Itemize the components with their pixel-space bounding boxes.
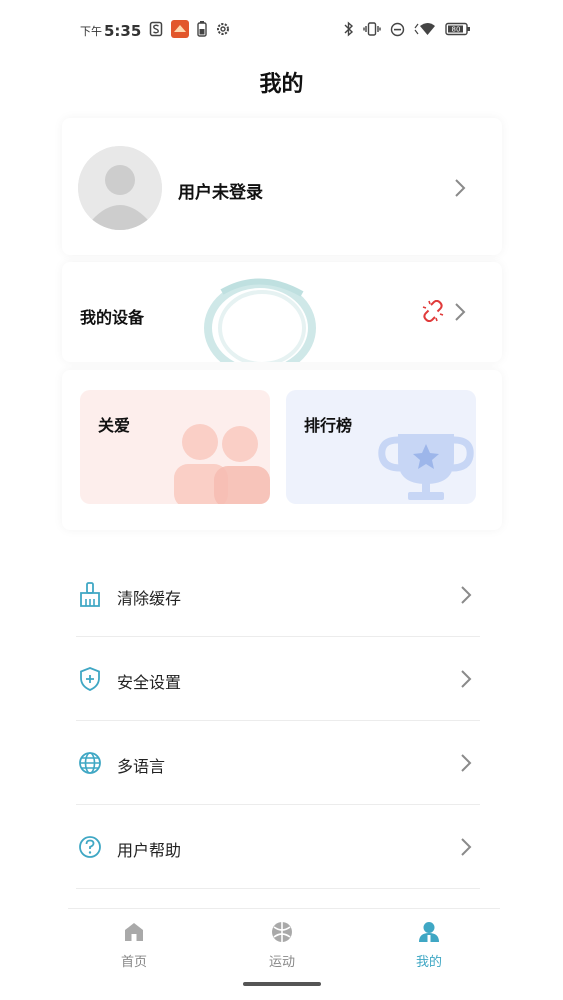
profile-card[interactable]: 用户未登录: [62, 118, 502, 255]
battery-icon: 80: [445, 22, 471, 39]
status-bar-right: 80: [344, 21, 471, 40]
battery-level-text: 80: [452, 26, 461, 34]
chevron-right-icon: [461, 586, 472, 604]
care-tile[interactable]: 关爱: [80, 390, 270, 504]
home-indicator[interactable]: [243, 982, 321, 986]
my-device-card[interactable]: 我的设备: [62, 262, 502, 362]
status-bar-left: 下午 5:35: [80, 20, 231, 42]
smart-ring-illustration-icon: [204, 278, 316, 362]
user-help-label: 用户帮助: [117, 841, 182, 860]
app-notification-icon: [171, 20, 190, 42]
security-settings-label: 安全设置: [117, 673, 182, 692]
home-icon: [125, 923, 143, 941]
username-label[interactable]: 用户未登录: [178, 178, 263, 203]
broom-icon: [80, 582, 100, 607]
chevron-right-icon[interactable]: [454, 302, 466, 322]
family-illustration-icon: [174, 424, 270, 504]
ranking-tile[interactable]: 排行榜: [286, 390, 476, 504]
tab-mine[interactable]: 我的: [399, 921, 459, 970]
avatar[interactable]: [78, 146, 162, 230]
chevron-right-icon: [461, 838, 472, 856]
wifi-icon: [414, 22, 436, 39]
default-avatar-icon: [78, 146, 162, 230]
tab-sport-label: 运动: [268, 955, 295, 970]
my-device-label: 我的设备: [80, 308, 145, 327]
shield-plus-icon: [80, 667, 100, 691]
menu-item-language[interactable]: 多语言: [76, 721, 480, 805]
broken-link-icon: [422, 300, 444, 322]
tab-home[interactable]: 首页: [104, 921, 164, 970]
status-time: 5:35: [104, 22, 142, 40]
care-label: 关爱: [98, 416, 131, 435]
tab-sport[interactable]: 运动: [252, 921, 312, 970]
battery-saver-icon: [197, 21, 208, 41]
status-ampm: 下午: [80, 25, 102, 38]
sport-ball-icon: [272, 922, 292, 942]
vibrate-icon: [363, 22, 381, 39]
language-label: 多语言: [117, 757, 166, 776]
feature-card: 关爱 排行榜: [62, 370, 502, 530]
person-icon: [419, 922, 439, 942]
status-bar: 下午 5:35 80: [0, 0, 563, 60]
trophy-icon: [378, 434, 474, 500]
tab-mine-label: 我的: [415, 955, 442, 970]
page-title: 我的: [259, 72, 304, 97]
help-circle-icon: [79, 836, 101, 858]
globe-icon: [79, 752, 101, 774]
chevron-right-icon[interactable]: [454, 178, 466, 198]
bottom-tab-bar: 首页 运动 我的: [68, 908, 500, 970]
tab-home-label: 首页: [120, 955, 147, 970]
settings-menu: 清除缓存 安全设置 多语言 用户帮助: [76, 553, 480, 889]
notification-s-icon: [149, 21, 163, 41]
do-not-disturb-icon: [390, 22, 405, 40]
ranking-label: 排行榜: [304, 416, 353, 435]
chevron-right-icon: [461, 670, 472, 688]
menu-item-user-help[interactable]: 用户帮助: [76, 805, 480, 889]
chevron-right-icon: [461, 754, 472, 772]
menu-item-clear-cache[interactable]: 清除缓存: [76, 553, 480, 637]
settings-gear-icon: [215, 21, 231, 41]
clear-cache-label: 清除缓存: [117, 589, 182, 608]
menu-item-security-settings[interactable]: 安全设置: [76, 637, 480, 721]
bluetooth-icon: [344, 21, 354, 40]
